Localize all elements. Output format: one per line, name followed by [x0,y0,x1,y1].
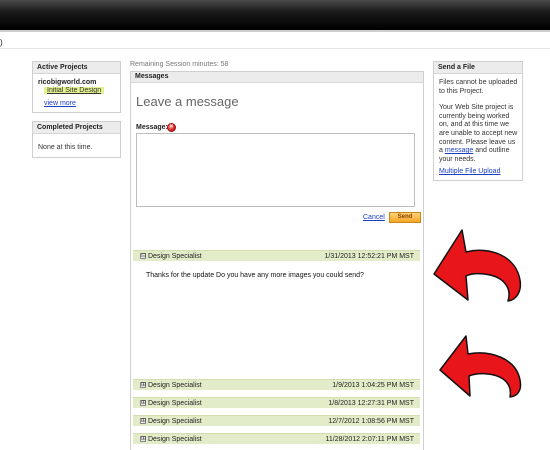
top-banner [0,0,550,30]
expand-icon[interactable]: ⊞ [140,418,146,424]
active-projects-panel: Active Projects ricobigworld.com Initial… [32,61,121,113]
page-divider [0,48,550,49]
thread-sender: Design Specialist [148,418,202,425]
expand-icon[interactable]: ⊞ [140,436,146,442]
thread-header[interactable]: ⊞ Design Specialist 12/7/2012 1:08:56 PM… [133,415,420,426]
thread-header[interactable]: ⊞ Design Specialist 1/9/2013 1:04:25 PM … [133,379,420,390]
thread-timestamp: 11/28/2012 2:07:11 PM MST [325,436,414,443]
thread-timestamp: 12/7/2012 1:08:56 PM MST [328,418,414,425]
thread-header[interactable]: ⊞ Design Specialist 1/8/2013 12:27:31 PM… [133,397,420,408]
message-field-label: Message: [136,124,168,131]
messages-title: Messages [131,72,423,83]
project-site-name: ricobigworld.com [38,79,97,86]
collapse-icon[interactable]: ⊟ [140,253,146,259]
completed-projects-panel: Completed Projects None at this time. [32,121,121,158]
view-more-link[interactable]: view more [44,100,76,107]
session-minutes: Remaining Session minutes: 58 [130,61,229,68]
message-textarea[interactable] [136,133,415,207]
thread-timestamp: 1/31/2013 12:52:21 PM MST [324,253,415,260]
thread-header[interactable]: ⊞ Design Specialist 11/28/2012 2:07:11 P… [133,433,420,444]
send-file-panel: Send a File Files cannot be uploaded to … [433,61,523,181]
cancel-link[interactable]: Cancel [363,214,385,221]
leave-message-heading: Leave a message [136,94,239,109]
curved-arrow-icon [433,229,522,302]
banner-divider [0,30,550,32]
completed-none-text: None at this time. [38,144,93,151]
curved-arrow-icon [439,335,522,398]
thread-timestamp: 1/9/2013 1:04:25 PM MST [332,382,414,389]
thread-sender: Design Specialist [148,253,202,260]
error-x-icon: × [167,123,176,132]
send-file-title: Send a File [434,62,522,74]
thread-sender: Design Specialist [148,382,202,389]
completed-projects-title: Completed Projects [33,122,120,134]
thread-header[interactable]: ⊟ Design Specialist 1/31/2013 12:52:21 P… [133,250,420,261]
expand-icon[interactable]: ⊞ [140,382,146,388]
initial-site-design-link[interactable]: Initial Site Design [44,87,105,94]
thread-sender: Design Specialist [148,436,202,443]
thread-timestamp: 1/8/2013 12:27:31 PM MST [328,400,414,407]
expand-icon[interactable]: ⊞ [140,400,146,406]
message-link[interactable]: message [445,147,473,154]
multiple-file-upload-link[interactable]: Multiple File Upload [439,168,500,175]
thread-sender: Design Specialist [148,400,202,407]
active-projects-title: Active Projects [33,62,120,74]
send-file-description: Files cannot be uploaded to this Project… [439,79,521,164]
send-button[interactable]: Send [389,212,421,223]
upload-disabled-text: Files cannot be uploaded to this Project… [439,79,518,95]
cropped-heading-text: ) [0,38,3,47]
thread-message-body: Thanks for the update Do you have any mo… [146,272,364,279]
